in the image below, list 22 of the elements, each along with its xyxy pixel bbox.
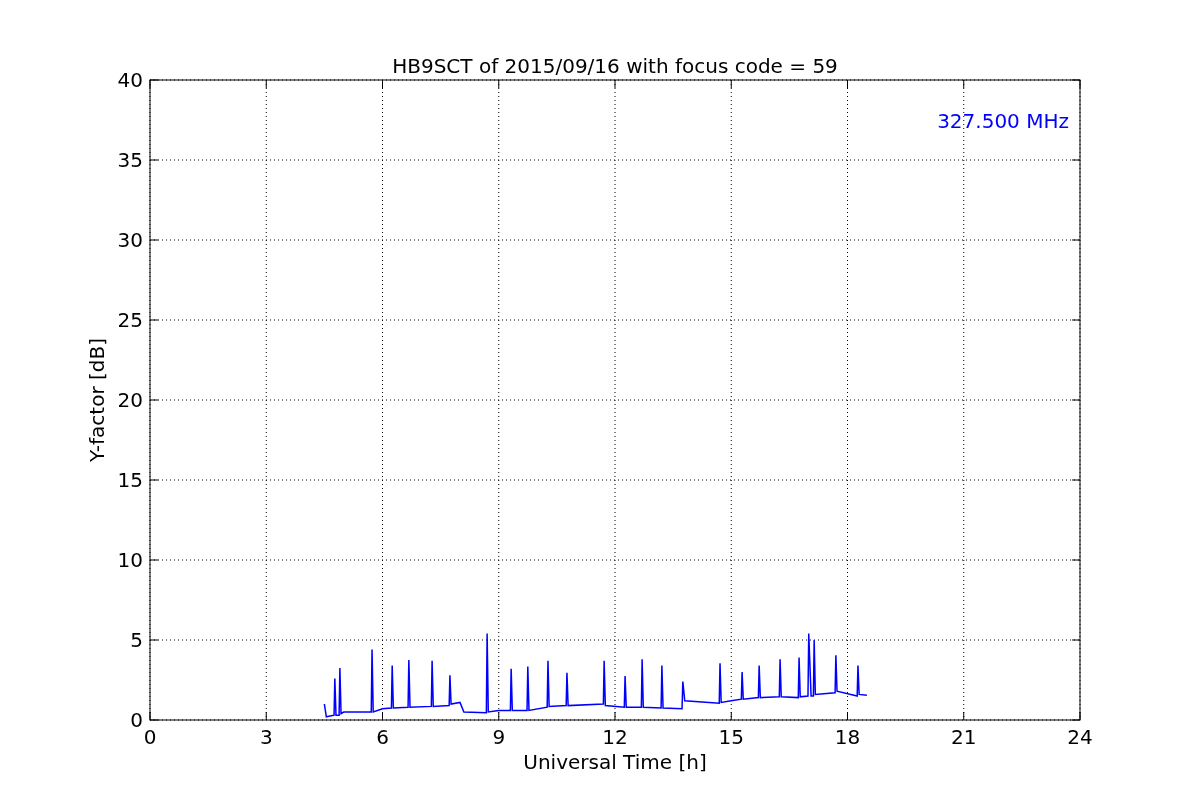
tick-label: 40 bbox=[117, 68, 143, 92]
tick-label: 5 bbox=[130, 628, 143, 652]
series-label: 327.500 MHz bbox=[937, 109, 1069, 133]
tick-label: 15 bbox=[718, 725, 744, 749]
tick-label: 25 bbox=[117, 308, 143, 332]
tick-label: 21 bbox=[951, 725, 977, 749]
tick-label: 10 bbox=[117, 548, 143, 572]
tick-label: 15 bbox=[117, 468, 143, 492]
tick-label: 35 bbox=[117, 148, 143, 172]
x-axis-label: Universal Time [h] bbox=[523, 750, 707, 774]
tick-label: 24 bbox=[1067, 725, 1093, 749]
tick-label: 3 bbox=[259, 725, 273, 749]
y-axis-label: Y-factor [dB] bbox=[85, 338, 109, 462]
tick-label: 30 bbox=[117, 228, 143, 252]
chart-title: HB9SCT of 2015/09/16 with focus code = 59 bbox=[392, 54, 838, 78]
tick-label: 18 bbox=[834, 725, 861, 749]
tick-label: 0 bbox=[143, 725, 157, 749]
tick-label: 12 bbox=[602, 725, 628, 749]
tick-label: 20 bbox=[117, 388, 143, 412]
tick-label: 0 bbox=[130, 708, 143, 732]
tick-label: 6 bbox=[376, 725, 389, 749]
tick-label: 9 bbox=[492, 725, 506, 749]
